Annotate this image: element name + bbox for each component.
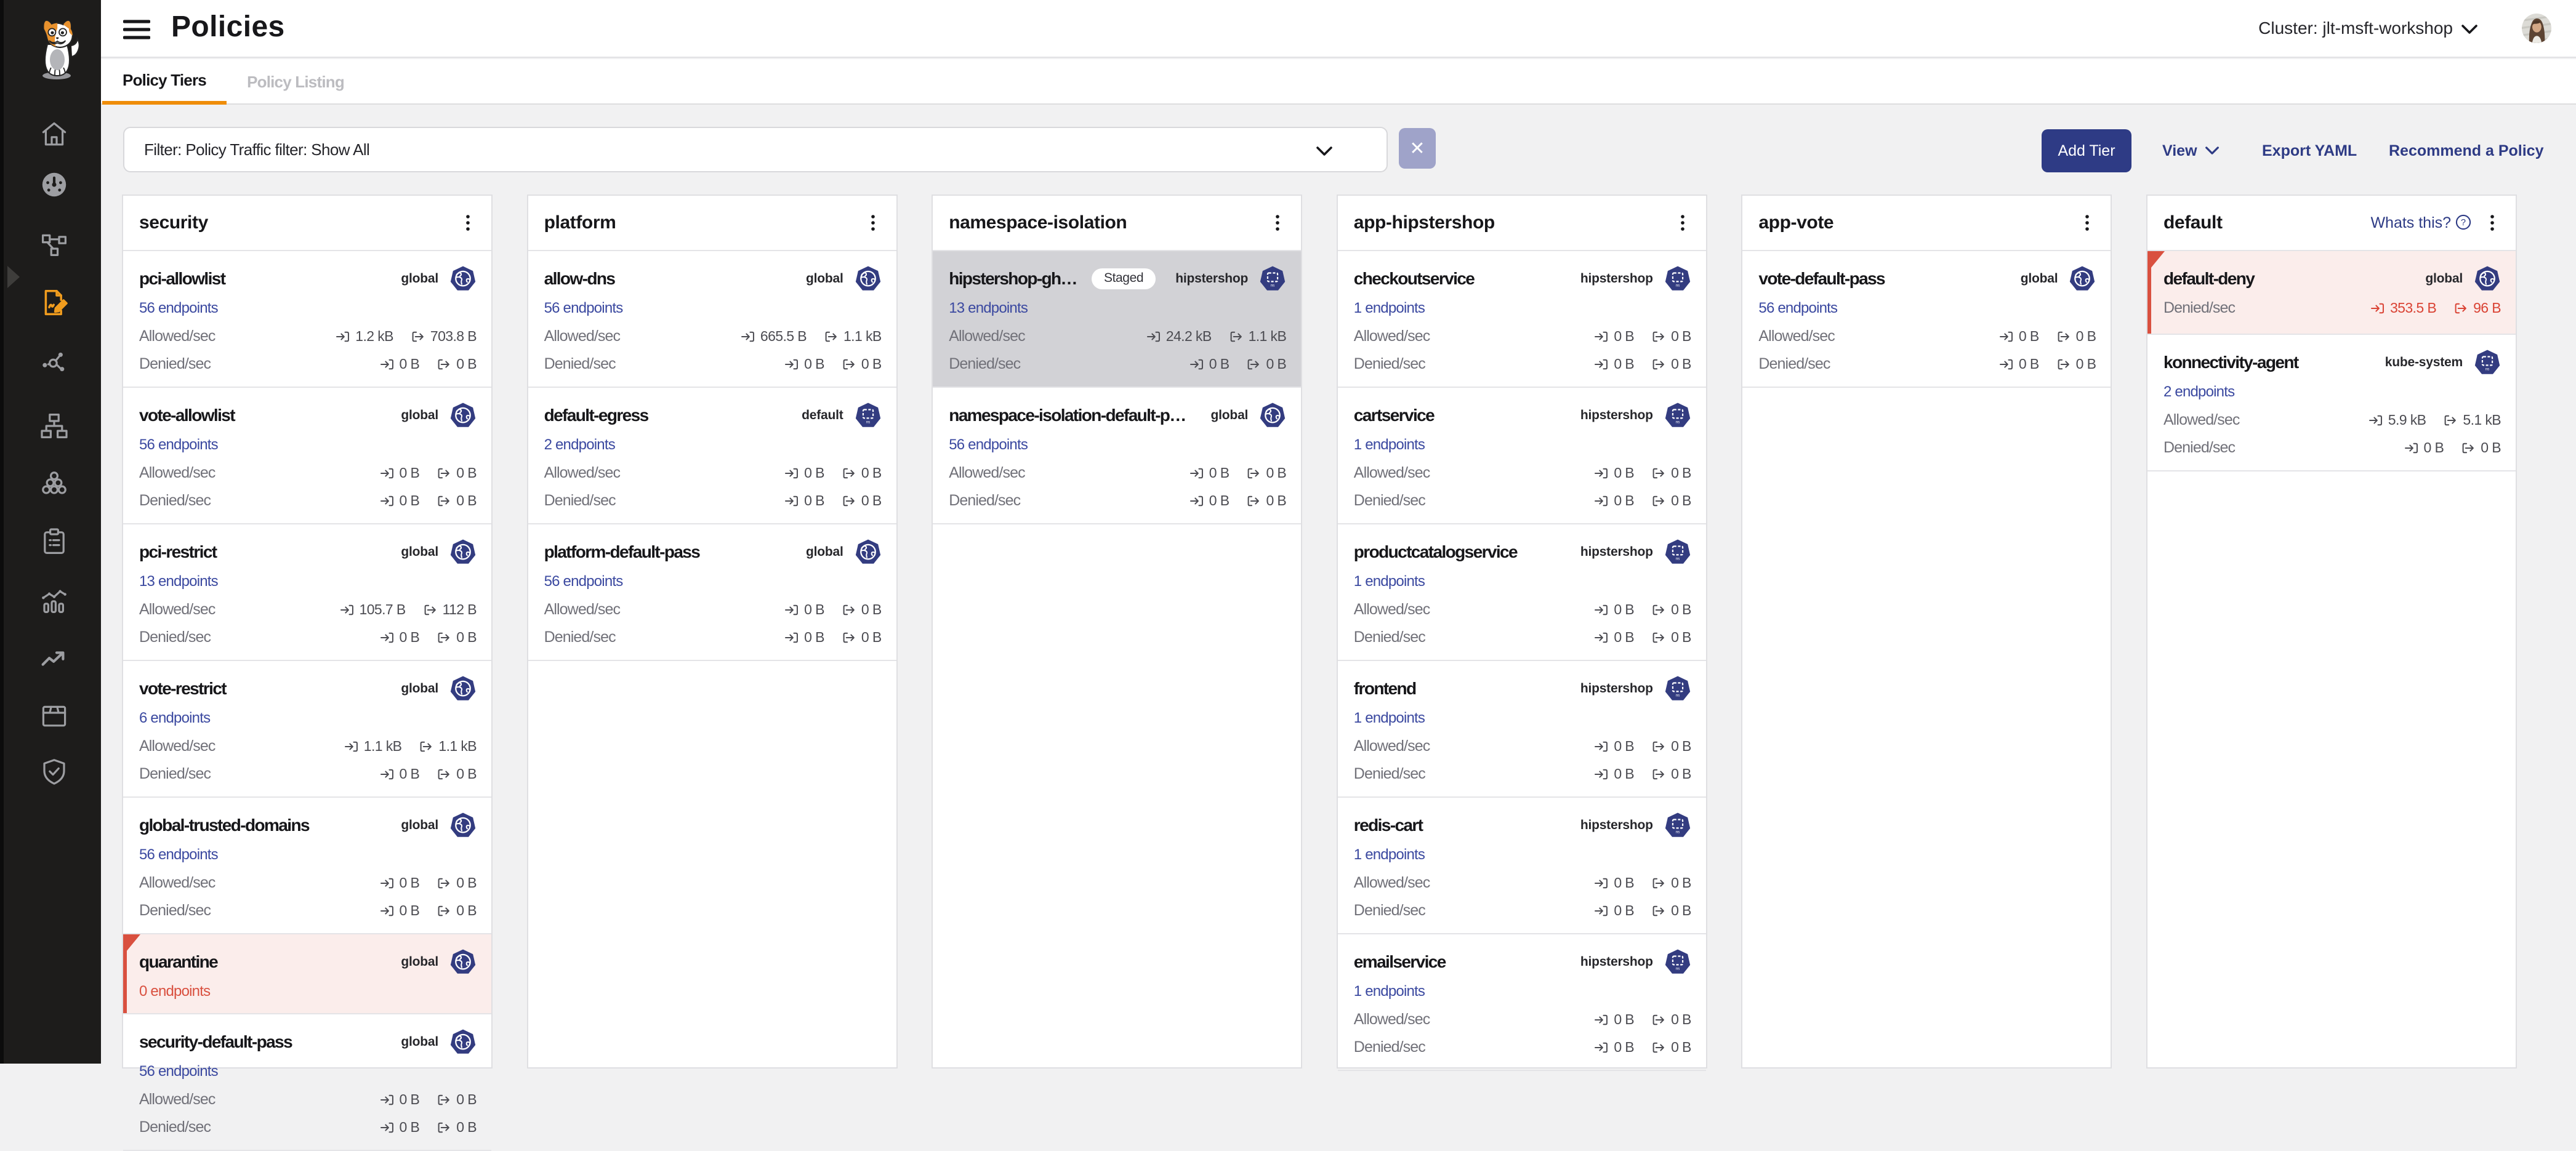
svg-text:ns: ns — [1676, 693, 1680, 697]
svg-text:?: ? — [2461, 217, 2466, 227]
svg-text:ns: ns — [1676, 420, 1680, 424]
svg-text:ns: ns — [1676, 556, 1680, 561]
svg-text:ns: ns — [1676, 966, 1680, 971]
svg-text:ns: ns — [1271, 283, 1275, 287]
svg-text:ns: ns — [2485, 367, 2490, 371]
svg-text:ns: ns — [1676, 830, 1680, 834]
svg-text:ns: ns — [1676, 283, 1680, 287]
svg-text:ns: ns — [866, 420, 870, 424]
